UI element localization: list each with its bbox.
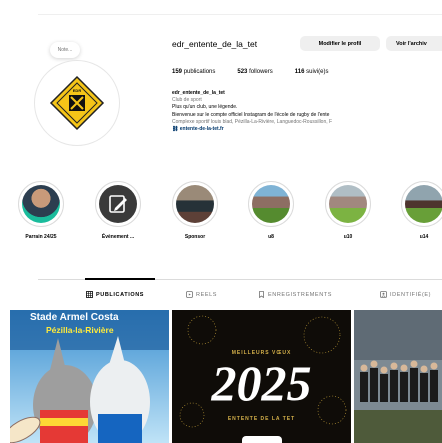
highlight-evenement[interactable]: Évènement ... [93, 181, 143, 240]
bookmark-icon [259, 291, 264, 298]
highlight-label: u14 [419, 234, 429, 240]
highlight-evenement-image [99, 185, 137, 223]
top-divider [38, 14, 442, 15]
profile-avatar[interactable]: EDR [34, 60, 120, 146]
bio-link[interactable]: ⛓ entente-de-la-tet.fr [172, 126, 442, 133]
followers-stat[interactable]: 523 followers [237, 69, 272, 75]
note-bubble[interactable]: Note... [50, 42, 80, 58]
highlight-u10[interactable]: u10 [323, 181, 373, 240]
grid-icon [86, 291, 93, 298]
bio-name: edr_entente_de_la_tet [172, 90, 225, 96]
highlight-label: u8 [268, 234, 274, 240]
publications-stat[interactable]: 159 publications [172, 69, 215, 75]
reels-icon [186, 291, 193, 298]
link-icon: ⛓ [172, 126, 180, 133]
highlight-sponsor[interactable]: Sponsor [170, 181, 220, 240]
highlight-label: u10 [343, 234, 353, 240]
following-stat[interactable]: 116 suivi(e)s [295, 69, 329, 75]
highlight-label: Évènement ... [101, 234, 135, 240]
bio-address[interactable]: Complexe sportif louis blad, Pézilla-La-… [172, 119, 442, 126]
tab-publications[interactable]: PUBLICATIONS [86, 291, 144, 298]
post-thumbnail-2[interactable]: MEILLEURS VŒUX 2025 ENTENTE DE LA TET [172, 310, 351, 443]
bio-line-1: Plus qu'un club, une légende. [172, 104, 238, 111]
highlight-u8[interactable]: u8 [246, 181, 296, 240]
post-2-tab-handle [242, 436, 282, 443]
bio-line-2: Bienvenue sur le compte officiel Instagr… [172, 111, 330, 118]
view-archive-button[interactable]: Voir l'archiv [386, 36, 442, 51]
profile-username: edr_entente_de_la_tet [172, 39, 258, 49]
post-1-caption-line-1: Stade Armel Costa [30, 312, 119, 323]
highlight-u14[interactable]: u14 [399, 181, 442, 240]
profile-stats: 159 publications 523 followers 116 suivi… [172, 69, 328, 75]
club-logo-icon: EDR [49, 75, 105, 131]
post-2-caption-bottom: ENTENTE DE LA TET [227, 416, 296, 422]
post-1-caption-line-2: Pézilla-la-Rivière [46, 325, 114, 335]
post-2-caption-main: 2025 [211, 355, 312, 411]
tab-saved[interactable]: ENREGISTREMENTS [258, 291, 332, 298]
svg-text:EDR: EDR [73, 88, 82, 93]
highlight-parrain-image [22, 185, 60, 223]
active-tab-indicator [85, 278, 155, 280]
tag-icon [380, 291, 387, 298]
highlight-sponsor-image [176, 185, 214, 223]
profile-bio: edr_entente_de_la_tet Club de sport Plus… [172, 90, 442, 133]
highlight-label: Parrain 24/25 [25, 234, 57, 240]
note-label: Note... [57, 47, 73, 53]
highlight-u10-image [329, 185, 367, 223]
edit-note-icon [109, 195, 127, 213]
bio-category: Club de sport [172, 97, 202, 104]
tab-reels[interactable]: REELS [186, 291, 217, 298]
post-image-team-photo [354, 310, 442, 443]
edit-profile-button[interactable]: Modifier le profil [300, 36, 380, 51]
post-thumbnail-3[interactable] [354, 310, 442, 443]
highlight-parrain[interactable]: Parrain 24/25 [16, 181, 66, 240]
highlight-u8-image [252, 185, 290, 223]
highlight-label: Sponsor [184, 234, 206, 240]
tab-tagged[interactable]: IDENTIFIÉ(E) [380, 291, 431, 298]
post-thumbnail-1[interactable]: Stade Armel Costa Pézilla-la-Rivière [10, 310, 169, 443]
highlight-u14-image [405, 185, 442, 223]
